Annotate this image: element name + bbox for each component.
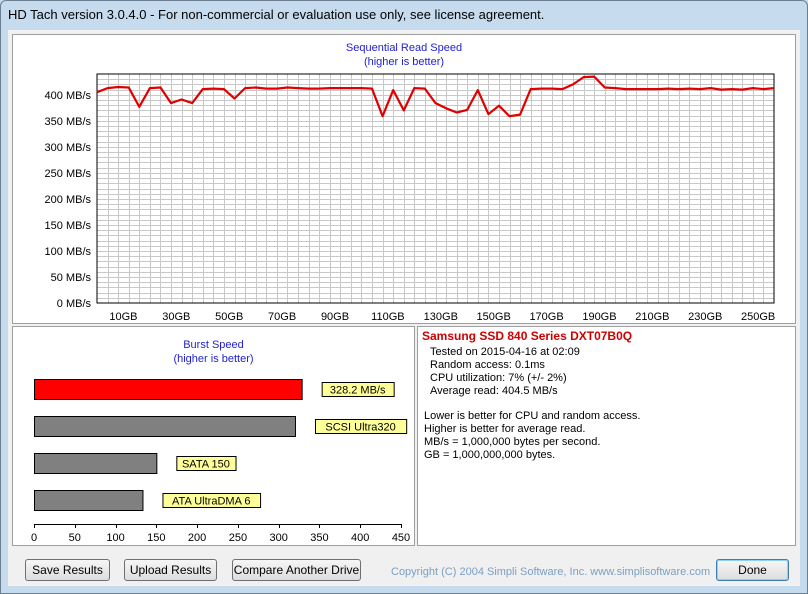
burst-bar	[34, 453, 158, 474]
y-tick-label: 300 MB/s	[45, 142, 92, 154]
x-tick-label: 350	[310, 532, 328, 544]
y-tick-label: 0 MB/s	[57, 298, 92, 310]
done-button[interactable]: Done	[716, 559, 789, 581]
plot-area	[96, 73, 775, 304]
burst-bar	[34, 490, 144, 511]
app-client-area: Sequential Read Speed (higher is better)…	[8, 30, 800, 586]
x-tick-label: 150GB	[477, 311, 511, 323]
burst-speed-panel: Burst Speed (higher is better) 0 50 100 150…	[12, 326, 415, 546]
x-tick-label: 100	[106, 532, 124, 544]
x-tick-label: 450	[392, 532, 410, 544]
cpu-utilization: CPU utilization: 7% (+/- 2%)	[430, 372, 567, 384]
average-read: Average read: 404.5 MB/s	[430, 385, 558, 397]
tested-date: Tested on 2015-04-16 at 02:09	[430, 346, 580, 358]
upload-results-button[interactable]: Upload Results	[124, 559, 217, 581]
x-tick-label: 50	[69, 532, 81, 544]
burst-speed-chart: 0 50 100 150 200 250 300 350 400 450 328.2 MB/s SCS…	[31, 379, 410, 544]
compare-another-drive-button[interactable]: Compare Another Drive	[232, 559, 361, 581]
y-tick-label: 400 MB/s	[45, 90, 92, 102]
x-tick-label: 90GB	[321, 311, 349, 323]
burst-value-label: SATA 150	[182, 459, 230, 471]
random-access: Random access: 0.1ms	[430, 359, 545, 371]
burst-value-label: 328.2 MB/s	[330, 385, 386, 397]
x-tick-label: 110GB	[371, 311, 404, 323]
x-tick-label: 30GB	[162, 311, 190, 323]
y-tick-label: 200 MB/s	[45, 194, 92, 206]
x-tick-label: 210GB	[635, 311, 669, 323]
y-tick-label: 50 MB/s	[51, 272, 92, 284]
note-higher-better: Higher is better for average read.	[424, 423, 586, 435]
y-tick-label: 250 MB/s	[45, 168, 92, 180]
x-tick-label: 170GB	[529, 311, 563, 323]
x-tick-label: 190GB	[582, 311, 616, 323]
x-tick-label: 200	[188, 532, 206, 544]
burst-value-label: SCSI Ultra320	[325, 422, 395, 434]
window-title: HD Tach version 3.0.4.0 - For non-commer…	[8, 7, 545, 22]
x-tick-label: 70GB	[268, 311, 296, 323]
note-lower-better: Lower is better for CPU and random acces…	[424, 410, 641, 422]
sequential-read-panel: Sequential Read Speed (higher is better)…	[12, 34, 796, 324]
note-gb-definition: GB = 1,000,000,000 bytes.	[424, 449, 556, 461]
x-tick-label: 130GB	[424, 311, 458, 323]
x-tick-label: 230GB	[688, 311, 722, 323]
burst-value-label: ATA UltraDMA 6	[172, 496, 250, 508]
y-tick-label: 350 MB/s	[45, 116, 92, 128]
burst-bar	[34, 379, 303, 400]
drive-info-panel: Samsung SSD 840 Series DXT07B0Q Tested o…	[417, 326, 796, 546]
y-tick-label: 150 MB/s	[45, 220, 92, 232]
note-mbs-definition: MB/s = 1,000,000 bytes per second.	[424, 436, 601, 448]
x-tick-label: 250	[229, 532, 247, 544]
y-tick-label: 100 MB/s	[45, 246, 92, 258]
x-tick-label: 250GB	[741, 311, 775, 323]
burst-bar	[34, 416, 296, 437]
x-tick-label: 50GB	[215, 311, 243, 323]
x-tick-label: 10GB	[109, 311, 137, 323]
titlebar[interactable]: HD Tach version 3.0.4.0 - For non-commer…	[0, 0, 808, 30]
copyright-text: Copyright (C) 2004 Simpli Software, Inc.…	[391, 566, 711, 578]
sequential-read-chart: 0 MB/s 50 MB/s 100 MB/s 150 MB/s 200 MB/s 250…	[45, 73, 775, 323]
x-tick-label: 0	[31, 532, 37, 544]
drive-name: Samsung SSD 840 Series DXT07B0Q	[422, 329, 633, 343]
save-results-button[interactable]: Save Results	[25, 559, 110, 581]
x-tick-label: 300	[269, 532, 287, 544]
x-tick-label: 150	[147, 532, 165, 544]
x-tick-label: 400	[351, 532, 369, 544]
